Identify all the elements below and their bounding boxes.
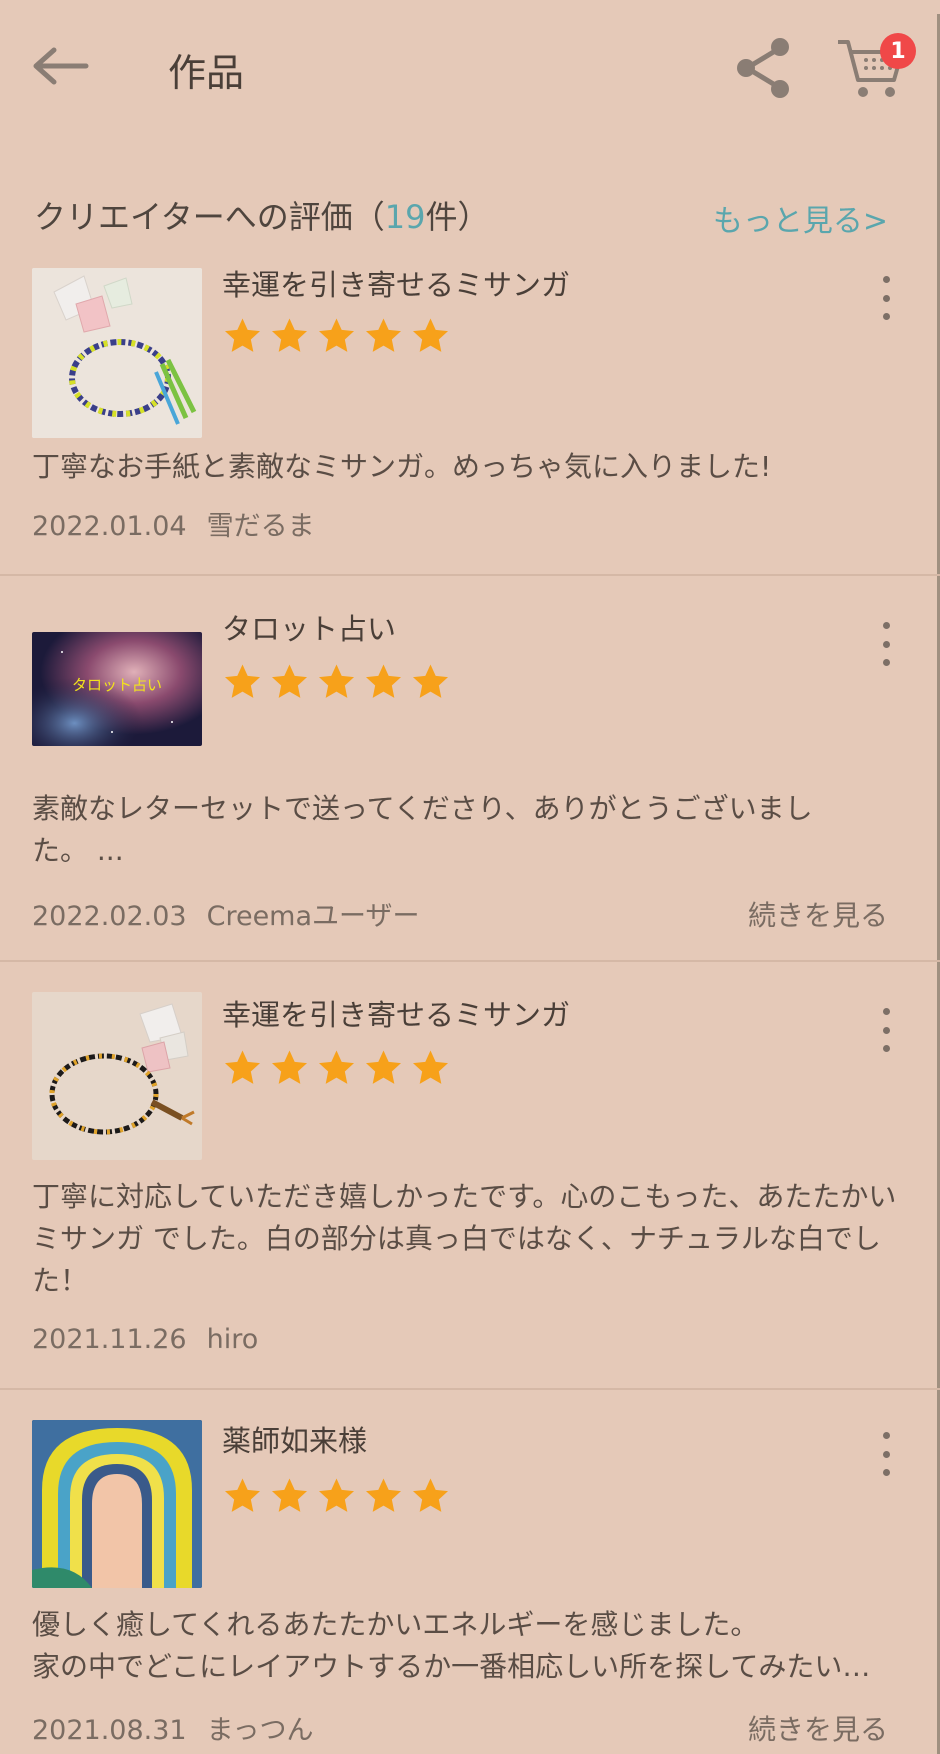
review-author: 雪だるま bbox=[206, 511, 315, 542]
review-text: 丁寧に対応していただき嬉しかったです。心のこもった、あたたかいミサンガ でした。… bbox=[32, 1180, 897, 1297]
product-thumbnail[interactable] bbox=[32, 1420, 202, 1588]
star-icon bbox=[225, 318, 260, 352]
review-item: 幸運を引き寄せるミサンガ 丁寧なお手紙と素敵なミサンガ。めっちゃ気に入りました!… bbox=[0, 250, 940, 576]
product-thumbnail[interactable] bbox=[32, 992, 202, 1160]
review-item: タロット占い タロット占い 素敵なレターセットで送ってくださり、ありがとうござい… bbox=[0, 576, 940, 962]
more-options-icon[interactable] bbox=[874, 276, 898, 320]
review-item: 薬師如来様 優しく癒してくれるあたたかいエネルギーを感じました。 家の中でどこに… bbox=[0, 1390, 940, 1752]
star-icon bbox=[225, 664, 260, 698]
back-arrow-icon[interactable] bbox=[28, 44, 92, 88]
star-icon bbox=[366, 318, 401, 352]
review-meta: 2022.02.03 Creemaユーザー bbox=[32, 894, 419, 933]
more-options-icon[interactable] bbox=[874, 1432, 898, 1476]
product-title[interactable]: 幸運を引き寄せるミサンガ bbox=[222, 262, 570, 304]
see-more-link[interactable]: もっと見る> bbox=[713, 196, 888, 240]
star-icon bbox=[413, 1050, 448, 1084]
thumbnail-caption: タロット占い bbox=[72, 676, 162, 694]
section-title: クリエイターへの評価（19件） bbox=[34, 192, 489, 238]
cart-badge: 1 bbox=[880, 33, 916, 69]
section-title-suffix: 件） bbox=[425, 198, 490, 236]
more-options-icon[interactable] bbox=[874, 622, 898, 666]
star-icon bbox=[319, 1050, 354, 1084]
more-options-icon[interactable] bbox=[874, 1008, 898, 1052]
star-rating bbox=[222, 662, 451, 702]
star-rating bbox=[222, 316, 451, 356]
product-title[interactable]: 薬師如来様 bbox=[222, 1418, 367, 1460]
star-rating bbox=[222, 1048, 451, 1088]
star-icon bbox=[366, 664, 401, 698]
star-icon bbox=[366, 1478, 401, 1512]
page-title: 作品 bbox=[168, 51, 245, 95]
star-icon bbox=[413, 1478, 448, 1512]
review-date: 2022.02.03 bbox=[32, 901, 187, 932]
review-date: 2022.01.04 bbox=[32, 511, 187, 542]
product-thumbnail[interactable]: タロット占い bbox=[32, 632, 202, 746]
star-icon bbox=[225, 1050, 260, 1084]
star-icon bbox=[272, 1478, 307, 1512]
star-icon bbox=[272, 1050, 307, 1084]
star-icon bbox=[225, 1478, 260, 1512]
top-bar: 作品 1 bbox=[0, 0, 940, 140]
star-icon bbox=[319, 1478, 354, 1512]
review-date: 2021.08.31 bbox=[32, 1715, 187, 1746]
review-date: 2021.11.26 bbox=[32, 1324, 187, 1355]
product-title[interactable]: タロット占い bbox=[222, 606, 396, 648]
read-more-link[interactable]: 続きを見る bbox=[748, 1708, 888, 1748]
review-author: hiro bbox=[206, 1324, 259, 1355]
star-icon bbox=[319, 664, 354, 698]
review-text: 優しく癒してくれるあたたかいエネルギーを感じました。 家の中でどこにレイアウトす… bbox=[32, 1604, 902, 1688]
review-author: まっつん bbox=[206, 1715, 314, 1746]
review-meta: 2022.01.04 雪だるま bbox=[32, 504, 315, 543]
product-thumbnail[interactable] bbox=[32, 268, 202, 438]
read-more-link[interactable]: 続きを見る bbox=[748, 894, 888, 934]
star-icon bbox=[319, 318, 354, 352]
review-meta: 2021.11.26 hiro bbox=[32, 1324, 258, 1355]
review-text: 素敵なレターセットで送ってくださり、ありがとうございました。 ... bbox=[32, 792, 813, 867]
star-icon bbox=[413, 664, 448, 698]
review-text-line: 優しく癒してくれるあたたかいエネルギーを感じました。 bbox=[32, 1608, 759, 1641]
star-rating bbox=[222, 1476, 451, 1516]
section-title-prefix: クリエイターへの評価（ bbox=[34, 198, 385, 236]
review-count: 19 bbox=[384, 198, 426, 236]
review-item: 幸運を引き寄せるミサンガ 丁寧に対応していただき嬉しかったです。心のこもった、あ… bbox=[0, 962, 940, 1390]
share-icon[interactable] bbox=[730, 34, 796, 100]
review-meta: 2021.08.31 まっつん bbox=[32, 1708, 314, 1747]
star-icon bbox=[272, 318, 307, 352]
star-icon bbox=[272, 664, 307, 698]
review-text: 丁寧なお手紙と素敵なミサンガ。めっちゃ気に入りました! bbox=[32, 450, 772, 483]
star-icon bbox=[413, 318, 448, 352]
product-title[interactable]: 幸運を引き寄せるミサンガ bbox=[222, 992, 570, 1034]
review-author: Creemaユーザー bbox=[206, 901, 420, 932]
star-icon bbox=[366, 1050, 401, 1084]
review-text-line: 家の中でどこにレイアウトするか一番相応しい所を探してみたい… bbox=[32, 1650, 871, 1683]
